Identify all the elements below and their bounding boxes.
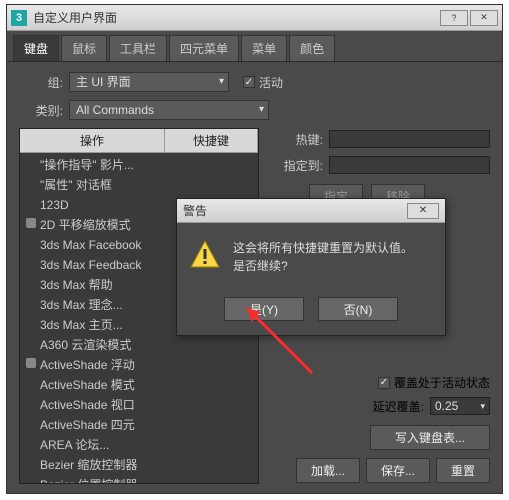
assignto-label: 指定到:: [269, 157, 323, 174]
titlebar: 3 自定义用户界面 ? ✕: [7, 5, 502, 31]
assignto-input[interactable]: [329, 156, 490, 174]
tab-quadmenu[interactable]: 四元菜单: [169, 35, 239, 61]
save-button[interactable]: 保存...: [366, 458, 430, 483]
tab-bar: 键盘 鼠标 工具栏 四元菜单 菜单 颜色: [7, 31, 502, 62]
hotkey-label: 热键:: [269, 131, 323, 148]
dialog-titlebar: 警告 ✕: [177, 199, 445, 223]
group-select[interactable]: 主 UI 界面: [69, 72, 229, 92]
write-keymap-button[interactable]: 写入键盘表...: [370, 425, 490, 450]
delay-label: 延迟覆盖:: [373, 398, 424, 415]
col-action[interactable]: 操作: [20, 129, 165, 152]
app-icon: 3: [11, 10, 27, 26]
dialog-title: 警告: [183, 202, 407, 219]
dialog-no-button[interactable]: 否(N): [318, 297, 398, 321]
list-item[interactable]: "属性" 对话框: [20, 175, 258, 195]
load-button[interactable]: 加载...: [296, 458, 360, 483]
active-checkbox[interactable]: ✓: [243, 76, 255, 88]
delay-spinner[interactable]: 0.25▾: [430, 397, 490, 415]
tab-keyboard[interactable]: 键盘: [13, 35, 59, 61]
dialog-message: 这会将所有快捷键重置为默认值。 是否继续?: [233, 239, 413, 275]
override-label: 覆盖处于活动状态: [394, 374, 490, 391]
override-checkbox[interactable]: ✓: [378, 377, 390, 389]
hotkey-input[interactable]: [329, 130, 490, 148]
category-select[interactable]: All Commands: [69, 100, 269, 120]
tab-mouse[interactable]: 鼠标: [61, 35, 107, 61]
category-label: 类别:: [19, 102, 63, 119]
list-item[interactable]: "操作指导" 影片...: [20, 155, 258, 175]
tab-menu[interactable]: 菜单: [241, 35, 287, 61]
dialog-close-button[interactable]: ✕: [407, 203, 439, 219]
col-shortcut[interactable]: 快捷键: [165, 129, 258, 152]
list-item[interactable]: ActiveShade 浮动: [20, 355, 258, 375]
list-item[interactable]: A360 云渲染模式: [20, 335, 258, 355]
close-button[interactable]: ✕: [470, 10, 498, 26]
dialog-yes-button[interactable]: 是(Y): [224, 297, 304, 321]
active-label: 活动: [259, 74, 283, 91]
tab-color[interactable]: 颜色: [289, 35, 335, 61]
help-button[interactable]: ?: [440, 10, 468, 26]
list-header: 操作 快捷键: [20, 129, 258, 153]
window-title: 自定义用户界面: [33, 9, 438, 26]
tab-toolbar[interactable]: 工具栏: [109, 35, 167, 61]
reset-button[interactable]: 重置: [436, 458, 490, 483]
group-label: 组:: [19, 74, 63, 91]
warning-dialog: 警告 ✕ 这会将所有快捷键重置为默认值。 是否继续? 是(Y) 否(N): [176, 198, 446, 336]
warning-icon: [189, 239, 221, 271]
